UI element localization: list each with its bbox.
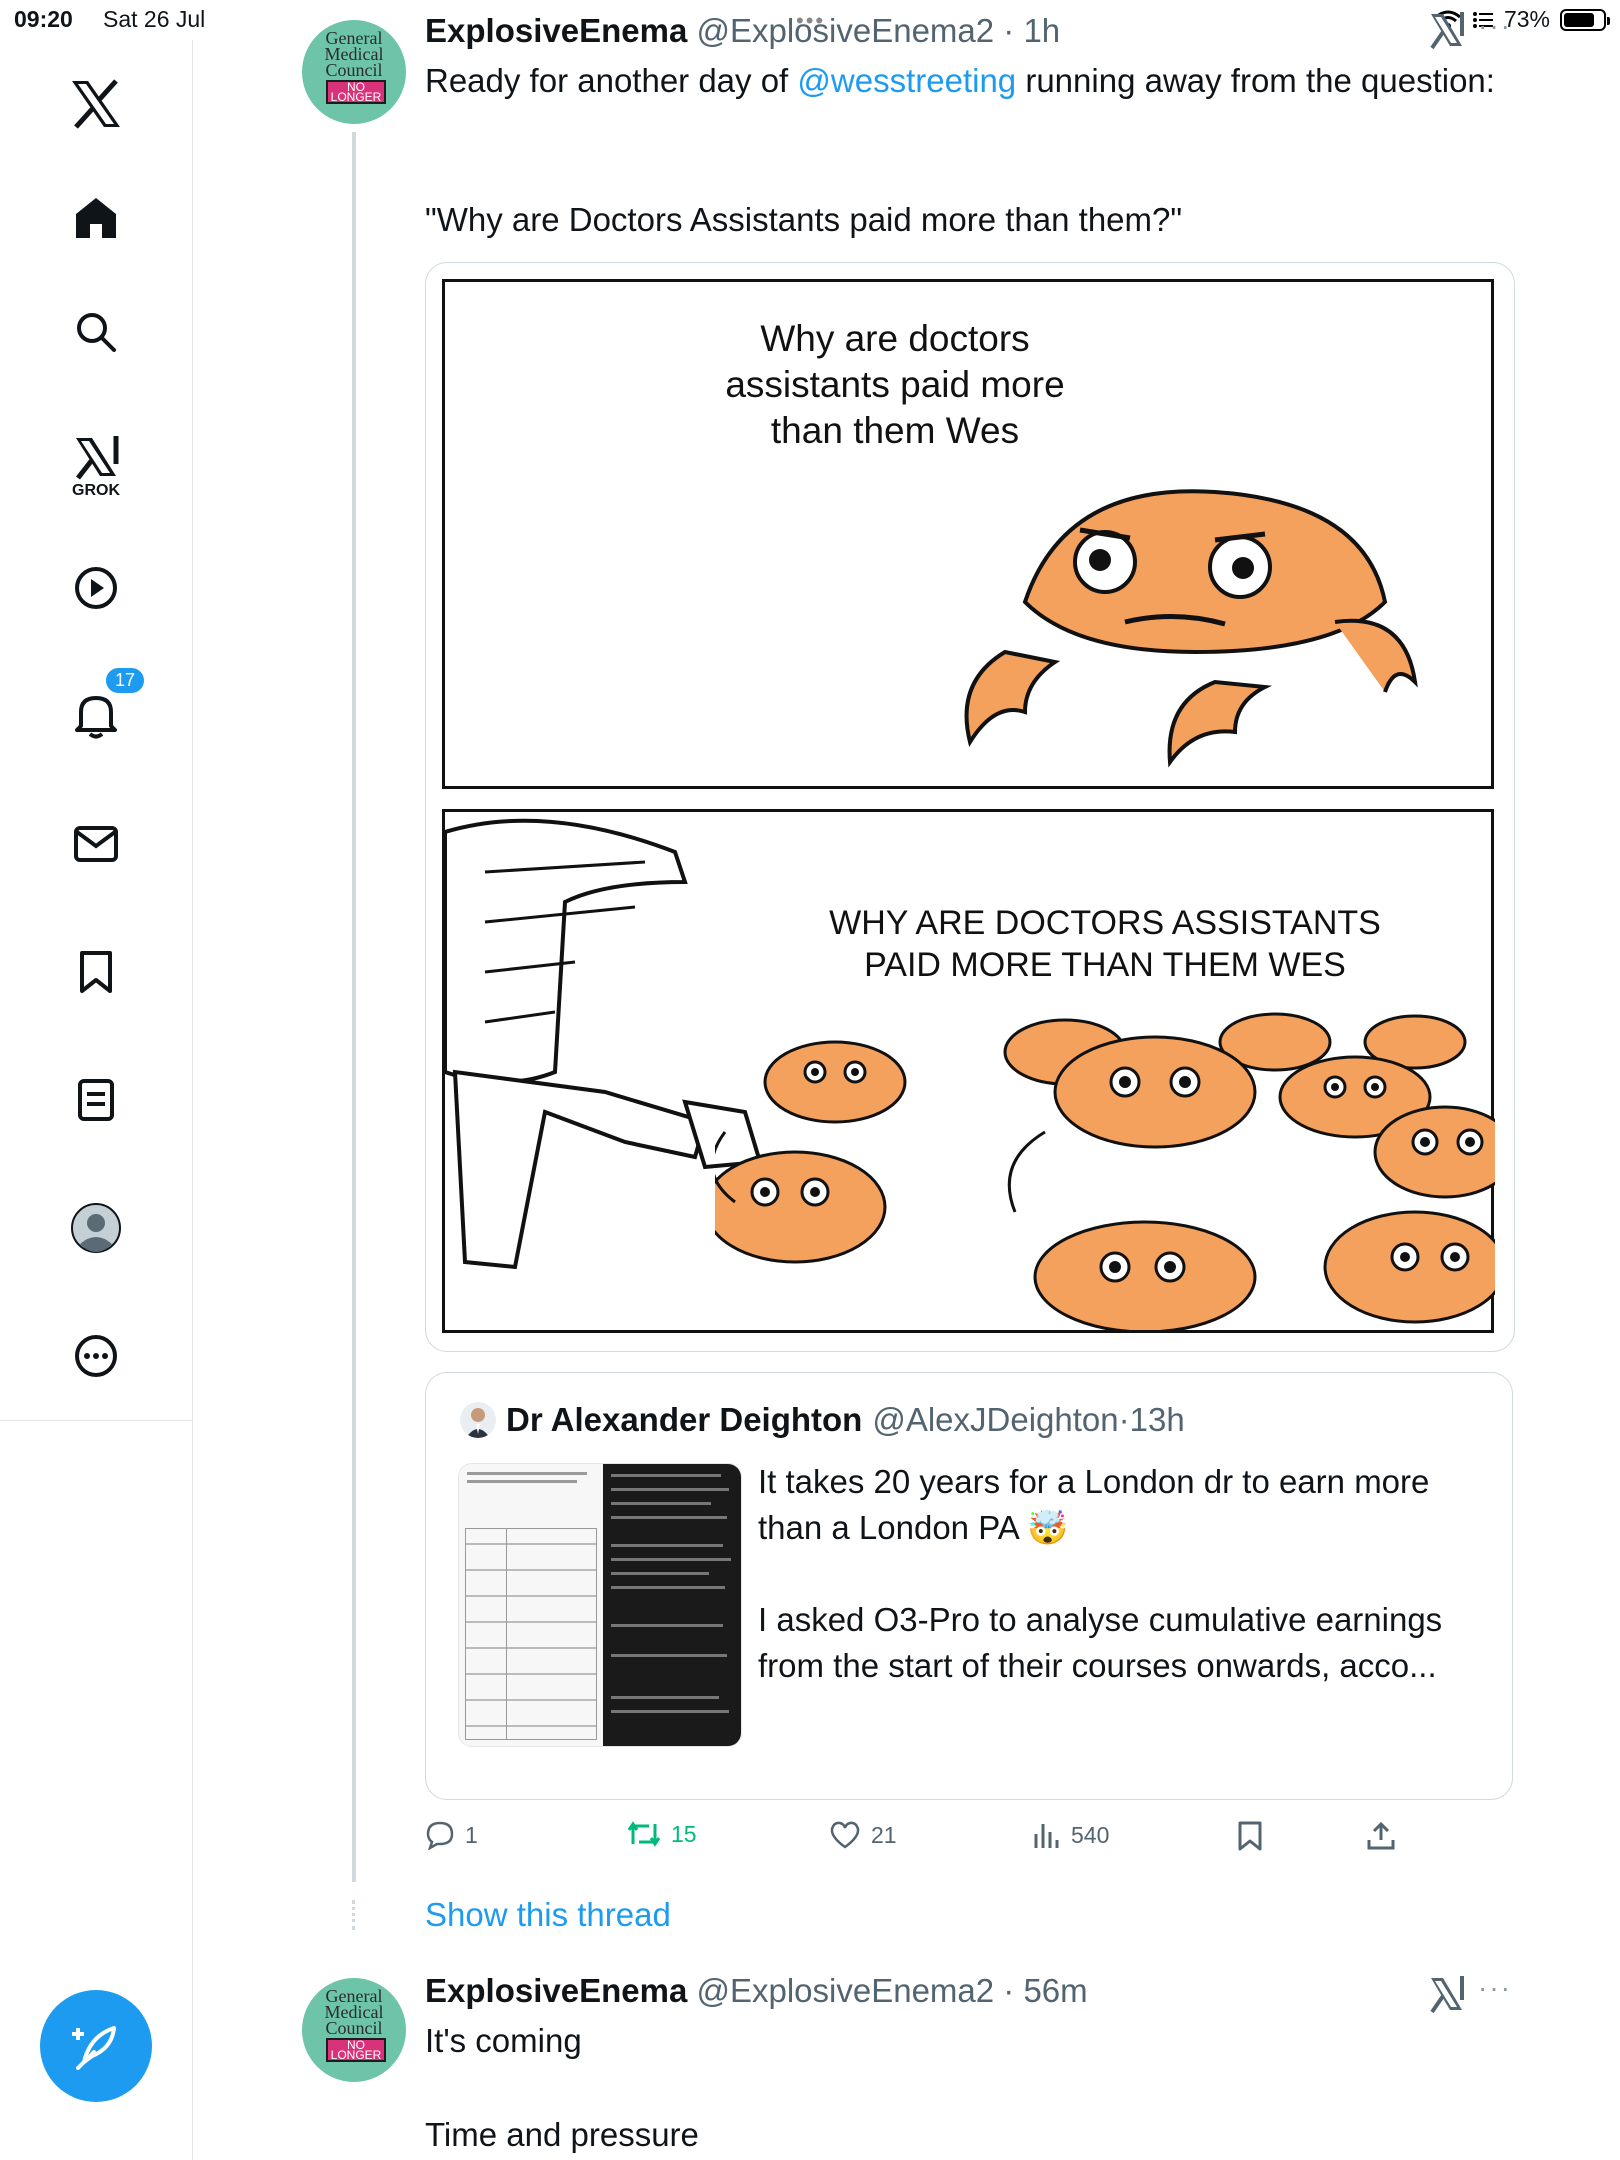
views-button[interactable]: 540	[1031, 1820, 1109, 1850]
repost-icon	[627, 1821, 661, 1847]
meme-panel-bottom: WHY ARE DOCTORS ASSISTANTS PAID MORE THA…	[442, 809, 1495, 1333]
quoted-author-handle: @AlexJDeighton	[872, 1401, 1119, 1438]
tweet-text: Ready for another day of @wesstreeting r…	[425, 58, 1515, 104]
tweet-time[interactable]: 1h	[1023, 12, 1060, 49]
quoted-tweet-header: Dr Alexander Deighton @AlexJDeighton · 13h	[460, 1401, 1185, 1439]
author-handle[interactable]: @ExplosiveEnema2	[696, 12, 994, 49]
reply-count: 1	[465, 1821, 478, 1848]
analytics-icon	[1034, 1824, 1059, 1848]
bookmark-icon	[1238, 1821, 1262, 1851]
meme-caption-bottom: WHY ARE DOCTORS ASSISTANTS PAID MORE THA…	[829, 904, 1381, 984]
tweet2-line1: It's coming	[425, 2022, 582, 2059]
quoted-author-avatar	[460, 1402, 496, 1438]
mail-icon[interactable]	[0, 804, 192, 884]
reply-button[interactable]: 1	[425, 1820, 478, 1850]
more-icon[interactable]	[0, 1316, 192, 1396]
heart-icon	[830, 1821, 860, 1849]
sidebar-divider	[192, 1420, 193, 2160]
author-avatar[interactable]: General Medical Council NO LONGER	[302, 20, 406, 124]
show-thread-link[interactable]: Show this thread	[425, 1896, 671, 1934]
quoted-text-line2: I asked O3-Pro to analyse cumulative ear…	[758, 1601, 1443, 1684]
notification-badge: 17	[104, 666, 147, 695]
x-logo-icon[interactable]	[0, 64, 192, 144]
thread-connector	[352, 132, 356, 1882]
like-count: 21	[871, 1821, 897, 1848]
bookmark-button[interactable]	[1237, 1820, 1263, 1852]
tweet-header-2: ExplosiveEnema @ExplosiveEnema2 · 56m	[425, 1972, 1088, 2010]
avatar-ban2: LONGER	[330, 90, 382, 104]
like-button[interactable]: 21	[829, 1820, 897, 1850]
tweet-text-start: Ready for another day of	[425, 62, 798, 99]
thumbnail-text-panel	[603, 1464, 741, 1746]
grok-icon	[76, 436, 119, 480]
author-handle-2[interactable]: @ExplosiveEnema2	[696, 1972, 994, 2009]
quoted-tweet[interactable]: Dr Alexander Deighton @AlexJDeighton · 13h	[425, 1372, 1513, 1800]
bookmark-icon[interactable]	[0, 932, 192, 1012]
share-icon	[1367, 1821, 1395, 1850]
thumbnail-table	[459, 1464, 603, 1746]
crab-illustration	[964, 489, 1418, 768]
notifications-nav[interactable]: 17	[0, 666, 192, 756]
avatar-banner: NO LONGER	[326, 2038, 386, 2062]
quoted-text-line1: It takes 20 years for a London dr to ear…	[758, 1463, 1430, 1546]
video-icon[interactable]	[0, 548, 192, 628]
compose-button[interactable]	[40, 1990, 152, 2102]
tweet-quote-line: "Why are Doctors Assistants paid more th…	[425, 201, 1183, 238]
tweet-more-icon-2[interactable]: ···	[1478, 1972, 1512, 2004]
avatar-line3: Council	[325, 60, 383, 80]
reply-icon	[426, 1821, 454, 1850]
separator-dot: ·	[1118, 1401, 1130, 1438]
quoted-tweet-text: It takes 20 years for a London dr to ear…	[758, 1459, 1478, 1689]
tweet-time-2[interactable]: 56m	[1023, 1972, 1087, 2009]
status-time: 09:20	[14, 6, 73, 32]
grok-icon[interactable]	[1428, 10, 1466, 50]
search-icon[interactable]	[0, 292, 192, 372]
tweet-media-image[interactable]: Why are doctors assistants paid more tha…	[425, 262, 1515, 1352]
thread-dotted-connector	[352, 1900, 359, 1930]
tweet-actions: 1 15 21 540	[425, 1820, 1425, 1864]
tweet-header: ExplosiveEnema @ExplosiveEnema2 · 1h	[425, 12, 1060, 50]
battery-icon	[1560, 8, 1610, 31]
separator-dot: ·	[994, 1972, 1024, 2009]
author-name[interactable]: ExplosiveEnema	[425, 12, 687, 49]
separator-dot: ·	[994, 12, 1024, 49]
quoted-tweet-thumbnail	[458, 1463, 742, 1747]
bell-icon	[75, 696, 117, 739]
compose-feather-icon	[72, 2026, 116, 2070]
avatar-line3: Council	[325, 2018, 383, 2038]
view-count: 540	[1071, 1821, 1110, 1848]
author-name-2[interactable]: ExplosiveEnema	[425, 1972, 687, 2009]
mention-link[interactable]: @wesstreeting	[797, 62, 1016, 99]
tweet-more-icon[interactable]: ···	[1478, 10, 1512, 42]
grok-nav[interactable]: GROK	[0, 422, 192, 512]
quoted-author-name: Dr Alexander Deighton	[506, 1401, 863, 1438]
quoted-tweet-time: 13h	[1129, 1401, 1185, 1438]
tweet-text-end: running away from the question:	[1016, 62, 1495, 99]
grok-label: GROK	[72, 482, 120, 499]
grok-icon[interactable]	[1428, 1974, 1466, 2014]
avatar-banner: NO LONGER	[326, 80, 386, 104]
status-date: Sat 26 Jul	[103, 6, 206, 32]
lists-icon[interactable]	[0, 1060, 192, 1140]
crab-crowd-illustration	[715, 1012, 1495, 1330]
avatar-ban2: LONGER	[330, 2048, 382, 2062]
repost-count: 15	[671, 1820, 697, 1847]
meme-panel-top: Why are doctors assistants paid more tha…	[442, 279, 1494, 789]
share-button[interactable]	[1365, 1820, 1397, 1852]
home-icon[interactable]	[0, 178, 192, 258]
meme-caption-top: Why are doctors assistants paid more tha…	[725, 318, 1065, 451]
profile-avatar-icon[interactable]	[0, 1188, 192, 1268]
tweet2-line2: Time and pressure	[425, 2116, 699, 2153]
repost-button[interactable]: 15	[627, 1820, 697, 1848]
sidebar: GROK 17	[0, 40, 193, 1421]
author-avatar-2[interactable]: General Medical Council NO LONGER	[302, 1978, 406, 2082]
